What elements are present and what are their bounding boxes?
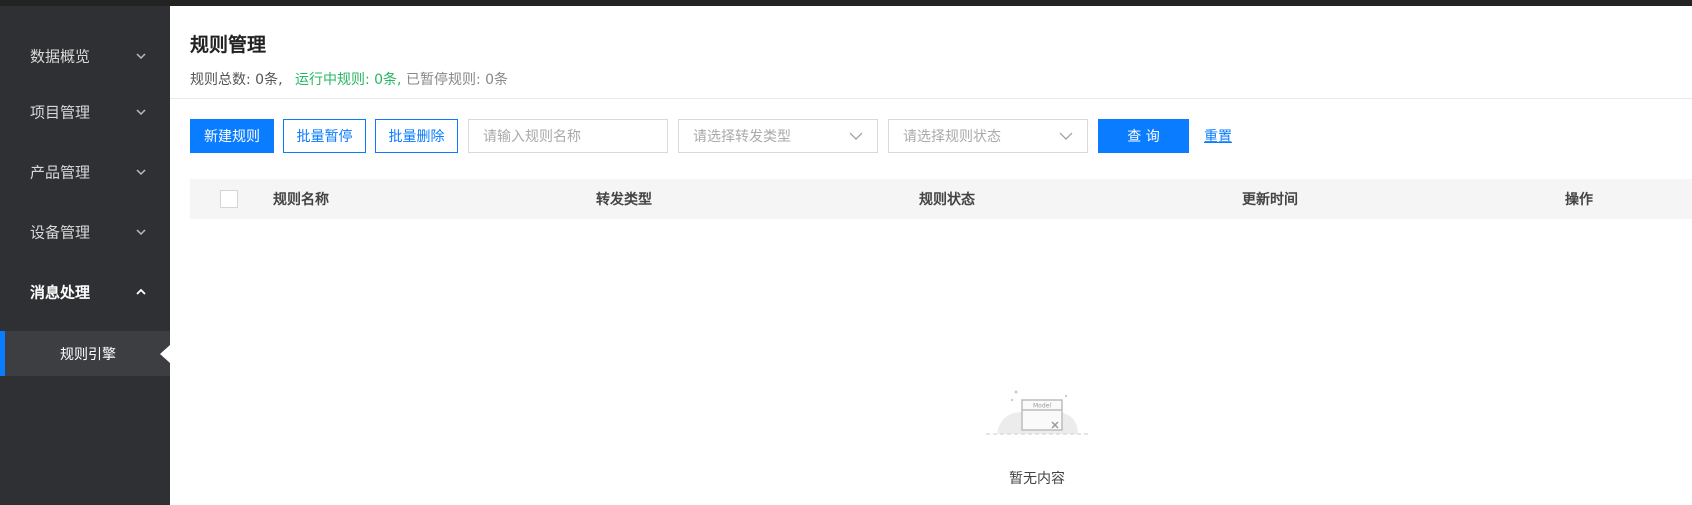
query-button[interactable]: 查 询 [1098,119,1189,153]
sidebar-item-label: 设备管理 [30,223,91,242]
chevron-down-icon [136,169,146,176]
sidebar-item-project-management[interactable]: 项目管理 [0,82,170,142]
sidebar-item-device-management[interactable]: 设备管理 [0,202,170,262]
chevron-down-icon [136,53,146,60]
header-divider [170,98,1692,99]
column-header-actions: 操作 [1565,192,1593,208]
column-header-update-time[interactable]: 更新时间 [1242,189,1298,209]
rule-name-input[interactable]: 请输入规则名称 [468,119,668,153]
sidebar-item-label: 数据概览 [30,47,91,66]
sidebar-subitem-label: 规则引擎 [60,346,116,363]
empty-box-icon: Model [986,390,1088,435]
active-notch [160,345,170,363]
main-content: 规则管理 规则总数: 0条, 运行中规则: 0条, 已暂停规则: 0条 新建规则… [170,6,1692,505]
sidebar-item-data-overview[interactable]: 数据概览 [0,26,170,86]
reset-link[interactable]: 重置 [1204,126,1232,146]
chevron-down-icon [1059,132,1073,140]
rule-status-select[interactable]: 请选择规则状态 [888,119,1088,153]
column-header-rule-name[interactable]: 规则名称 [273,189,329,209]
sidebar: 数据概览 项目管理 产品管理 设备管理 消息处理 规则引擎 [0,6,170,505]
sidebar-item-label: 项目管理 [30,103,91,122]
summary-running: 运行中规则: 0条, [294,72,402,88]
sidebar-item-message-processing[interactable]: 消息处理 [0,262,170,322]
empty-state-text: 暂无内容 [1009,471,1065,487]
chevron-up-icon [136,288,146,295]
new-rule-button[interactable]: 新建规则 [190,119,274,153]
chevron-down-icon [849,132,863,140]
sidebar-item-label: 产品管理 [30,163,91,182]
sidebar-subitem-rule-engine[interactable]: 规则引擎 [0,331,170,376]
rule-status-placeholder: 请选择规则状态 [903,129,1001,145]
sidebar-item-product-management[interactable]: 产品管理 [0,142,170,202]
batch-pause-button[interactable]: 批量暂停 [283,119,366,153]
empty-icon-label: Model [1033,403,1051,410]
active-indicator [0,331,5,376]
chevron-down-icon [136,109,146,116]
column-header-rule-status[interactable]: 规则状态 [919,189,975,209]
forward-type-placeholder: 请选择转发类型 [693,129,791,145]
forward-type-select[interactable]: 请选择转发类型 [678,119,878,153]
rule-summary: 规则总数: 0条, 运行中规则: 0条, 已暂停规则: 0条 [190,69,508,89]
summary-paused: 已暂停规则: 0条 [405,72,509,88]
batch-delete-button[interactable]: 批量删除 [375,119,458,153]
select-all-checkbox[interactable] [220,190,238,208]
table-header: 规则名称 转发类型 规则状态 更新时间 操作 [190,179,1692,219]
page-title: 规则管理 [190,34,267,56]
chevron-down-icon [136,229,146,236]
column-header-forward-type[interactable]: 转发类型 [596,189,652,209]
sidebar-item-label: 消息处理 [30,283,91,302]
summary-total: 规则总数: 0条, [190,72,283,88]
